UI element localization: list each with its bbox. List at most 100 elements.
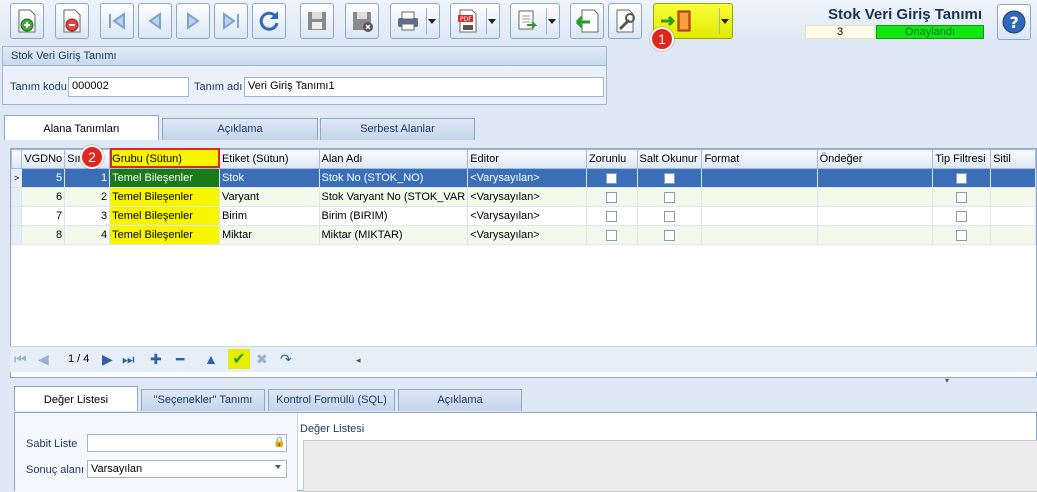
cell-readonly[interactable] (636, 225, 703, 245)
type-filter-checkbox[interactable] (956, 191, 968, 203)
column-header[interactable]: Zorunlu (585, 149, 638, 169)
nav-confirm-icon[interactable]: ✔ (228, 349, 250, 369)
tab-field-definitions[interactable]: Alana Tanımları (4, 115, 159, 140)
cell-format[interactable] (701, 187, 818, 207)
next-record-button[interactable] (176, 3, 210, 39)
column-header[interactable]: Etiket (Sütun) (218, 149, 320, 169)
cell-group[interactable]: Temel Bileşenler (109, 225, 220, 245)
readonly-checkbox[interactable] (663, 210, 675, 222)
tab-control-formula[interactable]: Kontrol Formülü (SQL) (268, 389, 395, 411)
cell-type-filter[interactable] (932, 168, 992, 188)
required-checkbox[interactable] (606, 210, 618, 222)
last-record-button[interactable] (214, 3, 248, 39)
cell-sira[interactable]: 4 (64, 225, 111, 245)
cell-sira[interactable]: 3 (64, 206, 111, 226)
cell-group[interactable]: Temel Bileşenler (109, 206, 220, 226)
nav-refresh-icon[interactable]: ↷ (280, 351, 292, 368)
nav-cancel-icon[interactable]: ✖ (256, 351, 268, 368)
value-list-area[interactable] (303, 440, 1037, 492)
cell-format[interactable] (701, 206, 818, 226)
cell-vgdno[interactable]: 7 (21, 206, 66, 226)
nav-prev-icon[interactable]: ◀ (38, 351, 49, 368)
cell-default[interactable] (816, 168, 934, 188)
cell-required[interactable] (585, 187, 638, 207)
nav-add-icon[interactable]: ✚ (150, 351, 162, 368)
required-checkbox[interactable] (606, 229, 618, 241)
column-header[interactable]: Salt Okunur (636, 149, 703, 169)
cell-label[interactable]: Birim (218, 206, 320, 226)
column-header[interactable]: Tip Filtresi (932, 149, 992, 169)
tab-description[interactable]: Açıklama (162, 118, 318, 140)
chevron-down-icon[interactable] (275, 465, 281, 469)
fixed-list-input[interactable] (87, 434, 287, 452)
type-filter-checkbox[interactable] (956, 210, 968, 222)
code-input[interactable]: 000002 (68, 77, 189, 97)
refresh-button[interactable] (252, 3, 286, 39)
cell-style[interactable] (990, 168, 1036, 188)
chevron-down-icon[interactable] (721, 19, 729, 24)
cell-style[interactable] (990, 206, 1036, 226)
table-row[interactable]: 7 3 Temel Bileşenler Birim Birim (BIRIM)… (11, 206, 1036, 226)
cell-vgdno[interactable]: 6 (21, 187, 66, 207)
cell-label[interactable]: Miktar (218, 225, 320, 245)
cell-vgdno[interactable]: 5 (21, 168, 66, 188)
required-checkbox[interactable] (606, 172, 618, 184)
name-input[interactable]: Veri Giriş Tanımı1 (244, 77, 604, 97)
nav-remove-icon[interactable]: ━ (176, 351, 184, 368)
chevron-down-icon[interactable] (428, 19, 436, 24)
export-button[interactable] (510, 3, 560, 39)
tab-free-fields[interactable]: Serbest Alanlar (320, 118, 475, 140)
cell-readonly[interactable] (636, 168, 703, 188)
delete-button[interactable] (55, 3, 89, 39)
column-header[interactable]: VGDNo (21, 149, 66, 169)
nav-last-icon[interactable]: ⏭ (122, 351, 135, 368)
tab-bottom-description[interactable]: Açıklama (398, 389, 522, 411)
readonly-checkbox[interactable] (663, 172, 675, 184)
cell-required[interactable] (585, 225, 638, 245)
cell-sira[interactable]: 2 (64, 187, 111, 207)
help-button[interactable]: ? (997, 4, 1031, 40)
first-record-button[interactable] (100, 3, 134, 39)
result-field-select[interactable]: Varsayılan (87, 460, 287, 478)
cell-type-filter[interactable] (932, 225, 992, 245)
cell-field-name[interactable]: Stok No (STOK_NO) (318, 168, 469, 188)
nav-first-icon[interactable]: ⏮ (14, 351, 27, 368)
previous-record-button[interactable] (138, 3, 172, 39)
cell-editor[interactable]: <Varysayılan> (467, 225, 587, 245)
readonly-checkbox[interactable] (663, 191, 675, 203)
cell-group[interactable]: Temel Bileşenler (109, 187, 220, 207)
cell-default[interactable] (816, 225, 934, 245)
cell-required[interactable] (585, 168, 638, 188)
cell-field-name[interactable]: Miktar (MIKTAR) (318, 225, 469, 245)
column-header[interactable]: Format (701, 149, 818, 169)
cell-vgdno[interactable]: 8 (21, 225, 66, 245)
cell-label[interactable]: Stok (218, 168, 320, 188)
table-row[interactable]: 6 2 Temel Bileşenler Varyant Stok Varyan… (11, 187, 1036, 207)
readonly-checkbox[interactable] (663, 229, 675, 241)
cell-default[interactable] (816, 206, 934, 226)
cell-field-name[interactable]: Stok Varyant No (STOK_VAR (318, 187, 469, 207)
cell-editor[interactable]: <Varysayılan> (467, 206, 587, 226)
cell-editor[interactable]: <Varysayılan> (467, 187, 587, 207)
splitter-chevron-icon[interactable]: ▾ (945, 376, 949, 385)
column-header[interactable]: Editor (467, 149, 587, 169)
cell-type-filter[interactable] (932, 206, 992, 226)
cell-group[interactable]: Temel Bileşenler (109, 168, 220, 188)
table-row[interactable]: > 5 1 Temel Bileşenler Stok Stok No (STO… (11, 168, 1036, 188)
column-header[interactable]: Öndeğer (816, 149, 934, 169)
nav-next-icon[interactable]: ▶ (102, 351, 113, 368)
cell-style[interactable] (990, 187, 1036, 207)
cell-label[interactable]: Varyant (218, 187, 320, 207)
print-button[interactable] (390, 3, 440, 39)
pdf-button[interactable]: PDF (450, 3, 500, 39)
save-cancel-button[interactable] (345, 3, 379, 39)
type-filter-checkbox[interactable] (956, 172, 968, 184)
nav-up-icon[interactable]: ▲ (204, 351, 218, 367)
cell-type-filter[interactable] (932, 187, 992, 207)
cell-editor[interactable]: <Varysayılan> (467, 168, 587, 188)
tab-value-list[interactable]: Değer Listesi (14, 386, 138, 411)
save-button[interactable] (300, 3, 334, 39)
cell-readonly[interactable] (636, 187, 703, 207)
table-row[interactable]: 8 4 Temel Bileşenler Miktar Miktar (MIKT… (11, 225, 1036, 245)
new-button[interactable] (10, 3, 44, 39)
